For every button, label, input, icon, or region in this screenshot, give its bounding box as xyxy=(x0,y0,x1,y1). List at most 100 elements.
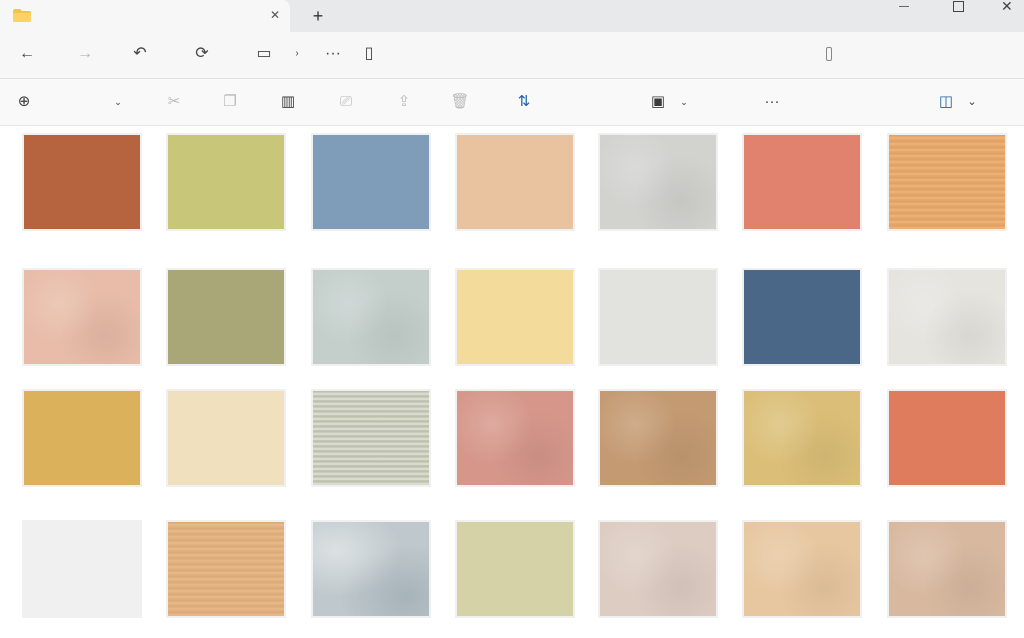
file-name xyxy=(455,368,575,378)
image-thumbnail xyxy=(22,389,142,487)
image-thumbnail xyxy=(166,389,286,487)
file-name xyxy=(311,489,431,499)
file-name xyxy=(22,620,142,630)
file-tile[interactable] xyxy=(598,268,718,378)
file-tile[interactable] xyxy=(166,133,286,243)
file-tile[interactable] xyxy=(455,133,575,243)
file-name xyxy=(598,368,718,378)
file-tile[interactable] xyxy=(311,268,431,378)
share-button[interactable]: ⇪ xyxy=(390,89,418,115)
file-name xyxy=(166,368,286,378)
view-button[interactable]: ▣ xyxy=(644,89,672,115)
new-tab-button[interactable]: + xyxy=(307,5,329,27)
new-item-button[interactable]: ⊕ xyxy=(10,89,38,115)
forward-button[interactable]: → xyxy=(70,40,100,68)
back-button[interactable]: ← xyxy=(12,40,42,68)
image-thumbnail xyxy=(311,389,431,487)
file-tile[interactable] xyxy=(742,133,862,243)
image-thumbnail xyxy=(22,520,142,618)
sort-button[interactable]: ⇅ xyxy=(510,89,538,115)
command-bar: ⊕ ⌄ ✂ ❐ ▥ ⎚ ⇪ 🗑 ⇅ ▣ ⌄ ··· ◫ ⌄ xyxy=(0,79,1024,126)
image-thumbnail xyxy=(598,268,718,366)
file-tile[interactable] xyxy=(22,268,142,378)
file-name xyxy=(455,620,575,630)
file-tile[interactable] xyxy=(22,520,142,630)
file-tile[interactable] xyxy=(455,520,575,630)
copy-button[interactable]: ❐ xyxy=(216,89,244,115)
file-tile[interactable] xyxy=(455,268,575,378)
delete-button[interactable]: 🗑 xyxy=(446,89,474,115)
image-thumbnail xyxy=(598,520,718,618)
file-tile[interactable] xyxy=(22,133,142,243)
paste-button[interactable]: ▥ xyxy=(274,89,302,115)
close-window-button[interactable]: ✕ xyxy=(985,0,1024,32)
chevron-right-icon[interactable]: › xyxy=(282,40,312,68)
file-name xyxy=(742,368,862,378)
file-name xyxy=(166,233,286,243)
file-name xyxy=(166,489,286,499)
image-thumbnail xyxy=(455,133,575,231)
title-bar: ✕ + ✕ xyxy=(0,0,1024,32)
file-tile[interactable] xyxy=(598,520,718,630)
more-icon[interactable]: ··· xyxy=(318,40,348,68)
minimize-button[interactable] xyxy=(882,0,928,32)
file-tile[interactable] xyxy=(887,389,1007,499)
image-thumbnail xyxy=(455,389,575,487)
file-tile[interactable] xyxy=(598,389,718,499)
explorer-tab[interactable]: ✕ xyxy=(0,0,290,32)
search-input[interactable] xyxy=(840,45,1004,67)
maximize-button[interactable] xyxy=(936,0,982,32)
file-tile[interactable] xyxy=(742,520,862,630)
rename-button[interactable]: ⎚ xyxy=(332,89,360,115)
file-tile[interactable] xyxy=(598,133,718,243)
file-tile[interactable] xyxy=(311,520,431,630)
new-chevron-down-icon[interactable]: ⌄ xyxy=(104,89,132,115)
image-thumbnail xyxy=(166,133,286,231)
close-icon: ✕ xyxy=(1001,0,1013,14)
maximize-icon xyxy=(953,1,964,12)
file-tile[interactable] xyxy=(455,389,575,499)
file-name xyxy=(742,233,862,243)
search-box[interactable] xyxy=(810,42,1010,68)
minimize-icon xyxy=(899,6,909,7)
file-name xyxy=(887,489,1007,499)
file-tile[interactable] xyxy=(166,268,286,378)
image-thumbnail xyxy=(166,520,286,618)
image-thumbnail xyxy=(311,268,431,366)
file-name xyxy=(22,489,142,499)
more-options-button[interactable]: ··· xyxy=(758,89,786,115)
details-pane-button[interactable]: ◫ xyxy=(932,89,960,115)
file-tile[interactable] xyxy=(166,389,286,499)
file-tile[interactable] xyxy=(887,520,1007,630)
close-tab-icon[interactable]: ✕ xyxy=(268,8,282,22)
image-thumbnail xyxy=(887,268,1007,366)
file-tile[interactable] xyxy=(742,389,862,499)
details-chevron-icon[interactable]: ⌄ xyxy=(958,89,986,115)
file-tile[interactable] xyxy=(742,268,862,378)
image-thumbnail xyxy=(311,520,431,618)
refresh-button[interactable]: ⟳ xyxy=(187,40,217,68)
up-button[interactable]: ↶ xyxy=(125,40,155,68)
file-grid xyxy=(0,125,1024,638)
file-name xyxy=(22,233,142,243)
file-tile[interactable] xyxy=(887,268,1007,378)
file-name xyxy=(455,233,575,243)
file-tile[interactable] xyxy=(311,133,431,243)
file-tile[interactable] xyxy=(166,520,286,630)
image-thumbnail xyxy=(742,520,862,618)
file-tile[interactable] xyxy=(887,133,1007,243)
monitor-icon[interactable]: ▭ xyxy=(249,40,279,68)
file-tile[interactable] xyxy=(22,389,142,499)
image-thumbnail xyxy=(22,133,142,231)
expand-icon[interactable]: ▯ xyxy=(354,40,384,68)
file-name xyxy=(311,368,431,378)
file-name xyxy=(311,233,431,243)
file-name xyxy=(22,368,142,378)
address-bar[interactable] xyxy=(388,42,798,68)
search-icon xyxy=(826,47,832,61)
cut-button[interactable]: ✂ xyxy=(160,89,188,115)
file-name xyxy=(887,620,1007,630)
file-name xyxy=(311,620,431,630)
file-tile[interactable] xyxy=(311,389,431,499)
view-chevron-down-icon[interactable]: ⌄ xyxy=(670,89,698,115)
